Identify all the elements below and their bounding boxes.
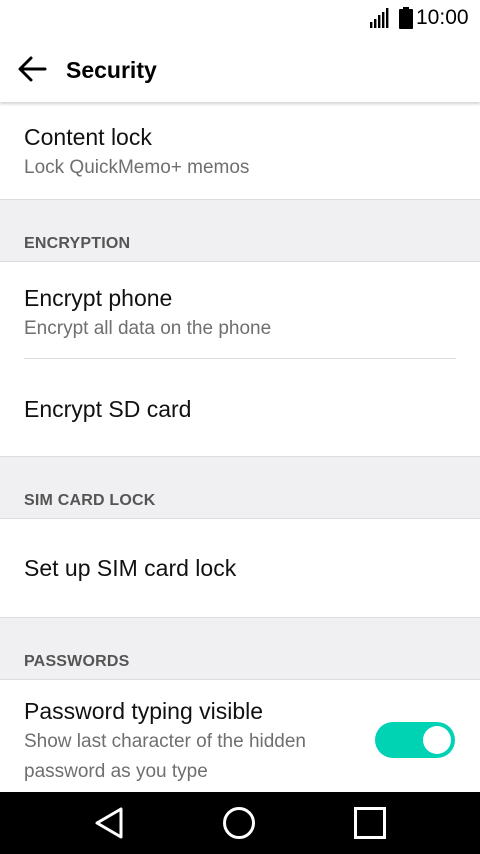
section-header-encryption: ENCRYPTION <box>0 199 480 262</box>
password-typing-visible-subtitle-line1: Show last character of the hidden <box>24 731 307 752</box>
password-typing-visible-item[interactable]: Password typing visible Show last charac… <box>0 680 480 792</box>
clock-time: 10:00 <box>416 6 469 29</box>
security-settings-screen: 10:00 Security Content lock Lock QuickMe… <box>0 0 480 854</box>
toggle-knob <box>423 726 451 754</box>
back-triangle-icon[interactable] <box>91 805 127 841</box>
section-header-sim-card-lock: SIM CARD LOCK <box>0 456 480 519</box>
section-label-passwords: PASSWORDS <box>24 653 130 670</box>
encrypt-sd-card-item[interactable]: Encrypt SD card <box>0 359 480 456</box>
encrypt-sd-card-title: Encrypt SD card <box>24 396 192 422</box>
encrypt-phone-subtitle: Encrypt all data on the phone <box>24 318 272 339</box>
arrow-left-icon[interactable] <box>16 53 48 85</box>
signal-icon <box>370 8 389 28</box>
sim-card-lock-item[interactable]: Set up SIM card lock <box>0 519 480 617</box>
home-circle-icon[interactable] <box>221 805 257 841</box>
encrypt-phone-title: Encrypt phone <box>24 285 173 311</box>
section-label-encryption: ENCRYPTION <box>24 235 131 252</box>
sim-card-lock-title: Set up SIM card lock <box>24 555 237 581</box>
section-label-sim-card-lock: SIM CARD LOCK <box>24 492 156 509</box>
password-typing-visible-title: Password typing visible <box>24 698 264 724</box>
navigation-bar <box>0 792 480 854</box>
section-header-passwords: PASSWORDS <box>0 617 480 680</box>
status-bar: 10:00 <box>0 0 480 36</box>
content-lock-item[interactable]: Content lock Lock QuickMemo+ memos <box>0 102 480 199</box>
content-lock-subtitle: Lock QuickMemo+ memos <box>24 157 250 178</box>
battery-icon <box>399 7 413 29</box>
recents-square-icon[interactable] <box>352 805 388 841</box>
encrypt-phone-item[interactable]: Encrypt phone Encrypt all data on the ph… <box>0 262 480 359</box>
password-typing-visible-subtitle-line2: password as you type <box>24 761 208 782</box>
app-toolbar: Security <box>0 36 480 102</box>
content-lock-title: Content lock <box>24 124 152 150</box>
settings-list: Content lock Lock QuickMemo+ memos ENCRY… <box>0 102 480 792</box>
password-visible-toggle[interactable] <box>375 722 455 758</box>
page-title: Security <box>66 57 157 83</box>
